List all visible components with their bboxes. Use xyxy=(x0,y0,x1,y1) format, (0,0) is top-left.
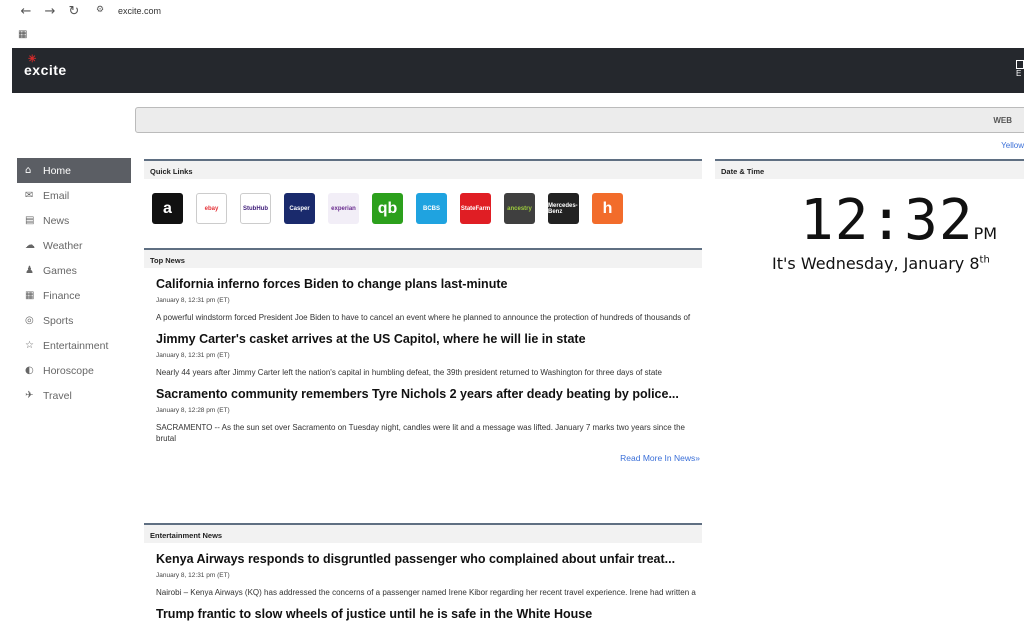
sidebar-item-label: Email xyxy=(43,189,70,202)
quick-link-stubhub[interactable]: StubHub xyxy=(240,193,271,224)
article-summary: A powerful windstorm forced President Jo… xyxy=(156,313,691,322)
search-web-label[interactable]: WEB xyxy=(993,116,1012,125)
quick-link-mercedes[interactable]: Mercedes-Benz xyxy=(548,193,579,224)
news-article: Sacramento community remembers Tyre Nich… xyxy=(144,378,702,444)
quick-link-bluecross[interactable]: BCBS xyxy=(416,193,447,224)
travel-icon: ✈ xyxy=(25,390,34,401)
quick-links-logos: a ebay StubHub Casper experian qb BCBS StateFar… xyxy=(144,179,702,224)
quick-link-ancestry[interactable]: ancestry xyxy=(504,193,535,224)
home-icon: ⌂ xyxy=(25,165,32,176)
entertainment-news-panel: Entertainment News Kenya Airways respond… xyxy=(144,523,702,621)
finance-icon: ▦ xyxy=(25,290,35,301)
article-headline[interactable]: California inferno forces Biden to chang… xyxy=(156,277,702,291)
bookmarks-bar: ▦ xyxy=(0,22,1024,46)
quick-link-amazon[interactable]: a xyxy=(152,193,183,224)
news-article: California inferno forces Biden to chang… xyxy=(144,268,702,323)
sidebar-nav: ⌂ Home ✉ Email ▤ News ☁ Weather ♟ Games ▦ Finance ◎ S… xyxy=(17,158,131,408)
yellow-pages-link[interactable]: Yellow xyxy=(1001,141,1024,150)
clock-ampm: PM xyxy=(973,224,998,243)
sidebar-item-finance[interactable]: ▦ Finance xyxy=(17,283,131,308)
date-text-main: It's Wednesday, January 8 xyxy=(772,254,980,273)
header-right-label: E xyxy=(1016,69,1022,78)
address-bar[interactable]: excite.com xyxy=(118,6,161,16)
news-article: Trump frantic to slow wheels of justice … xyxy=(144,598,702,621)
article-date: January 8, 12:28 pm (ET) xyxy=(156,407,230,414)
top-news-panel: Top News California inferno forces Biden… xyxy=(144,248,702,463)
sidebar-item-label: Horoscope xyxy=(43,364,94,377)
search-input[interactable]: WEB xyxy=(135,107,1024,133)
sidebar-item-label: Weather xyxy=(43,239,83,252)
sidebar-item-entertainment[interactable]: ☆ Entertainment xyxy=(17,333,131,358)
quick-link-statefarm[interactable]: StateFarm xyxy=(460,193,491,224)
sidebar-item-home[interactable]: ⌂ Home xyxy=(17,158,131,183)
entertainment-news-title: Entertainment News xyxy=(144,523,702,543)
article-headline[interactable]: Sacramento community remembers Tyre Nich… xyxy=(156,387,702,401)
sports-icon: ◎ xyxy=(25,315,34,326)
sidebar-item-label: Sports xyxy=(43,314,74,327)
reload-icon[interactable]: ↻ xyxy=(62,4,86,19)
news-article: Jimmy Carter's casket arrives at the US … xyxy=(144,323,702,378)
email-icon: ✉ xyxy=(25,190,34,201)
entertainment-icon: ☆ xyxy=(25,340,34,351)
sidebar-item-label: Finance xyxy=(43,289,81,302)
sidebar-item-horoscope[interactable]: ◐ Horoscope xyxy=(17,358,131,383)
weather-icon: ☁ xyxy=(25,240,35,251)
forward-icon[interactable]: → xyxy=(38,4,62,19)
sidebar-item-label: News xyxy=(43,214,70,227)
date-time-title: Date & Time xyxy=(715,159,1024,179)
article-date: January 8, 12:31 pm (ET) xyxy=(156,352,230,359)
horoscope-icon: ◐ xyxy=(25,365,34,376)
date-time-panel: Date & Time xyxy=(715,159,1024,179)
quick-links-title: Quick Links xyxy=(144,159,702,179)
clock-display: 12:32PM xyxy=(800,188,997,253)
article-summary: Nearly 44 years after Jimmy Carter left … xyxy=(156,368,662,377)
sidebar-item-weather[interactable]: ☁ Weather xyxy=(17,233,131,258)
news-article: Kenya Airways responds to disgruntled pa… xyxy=(144,543,702,598)
browser-toolbar: ← → ↻ ⚙ excite.com xyxy=(0,0,1024,22)
site-info-icon[interactable]: ⚙ xyxy=(96,5,110,17)
back-icon[interactable]: ← xyxy=(14,4,38,19)
date-suffix: th xyxy=(979,254,990,266)
quick-link-casper[interactable]: Casper xyxy=(284,193,315,224)
quick-links-panel: Quick Links a ebay StubHub Casper experian qb… xyxy=(144,159,702,224)
apps-grid-icon[interactable]: ▦ xyxy=(18,29,27,40)
article-headline[interactable]: Trump frantic to slow wheels of justice … xyxy=(156,607,702,621)
logo-spark-icon: ✳ xyxy=(28,54,37,65)
quick-link-ebay[interactable]: ebay xyxy=(196,193,227,224)
news-icon: ▤ xyxy=(25,215,35,226)
quick-link-experian[interactable]: experian xyxy=(328,193,359,224)
sidebar-item-label: Games xyxy=(43,264,77,277)
quick-link-quickbooks[interactable]: qb xyxy=(372,193,403,224)
read-more-news-link[interactable]: Read More In News» xyxy=(144,453,702,463)
date-text: It's Wednesday, January 8th xyxy=(772,254,990,273)
sidebar-item-label: Entertainment xyxy=(43,339,109,352)
games-icon: ♟ xyxy=(25,265,34,276)
sidebar-item-label: Travel xyxy=(43,389,72,402)
article-headline[interactable]: Jimmy Carter's casket arrives at the US … xyxy=(156,332,702,346)
site-header: ✳ excite E xyxy=(12,48,1024,93)
sidebar-item-games[interactable]: ♟ Games xyxy=(17,258,131,283)
article-summary: Nairobi – Kenya Airways (KQ) has address… xyxy=(156,588,696,597)
sidebar-item-news[interactable]: ▤ News xyxy=(17,208,131,233)
header-right-menu[interactable]: E xyxy=(1016,60,1024,80)
article-date: January 8, 12:31 pm (ET) xyxy=(156,297,230,304)
sidebar-item-travel[interactable]: ✈ Travel xyxy=(17,383,131,408)
double-chevron-right-icon: » xyxy=(695,453,700,463)
sidebar-item-sports[interactable]: ◎ Sports xyxy=(17,308,131,333)
article-date: January 8, 12:31 pm (ET) xyxy=(156,572,230,579)
quick-link-honey[interactable]: h xyxy=(592,193,623,224)
article-headline[interactable]: Kenya Airways responds to disgruntled pa… xyxy=(156,552,702,566)
top-news-title: Top News xyxy=(144,248,702,268)
sidebar-item-label: Home xyxy=(43,164,72,177)
sidebar-item-email[interactable]: ✉ Email xyxy=(17,183,131,208)
clock-time: 12:32 xyxy=(800,188,974,253)
excite-logo[interactable]: ✳ excite xyxy=(24,54,67,78)
header-menu-icon xyxy=(1016,60,1024,69)
article-summary: SACRAMENTO -- As the sun set over Sacram… xyxy=(156,423,685,443)
